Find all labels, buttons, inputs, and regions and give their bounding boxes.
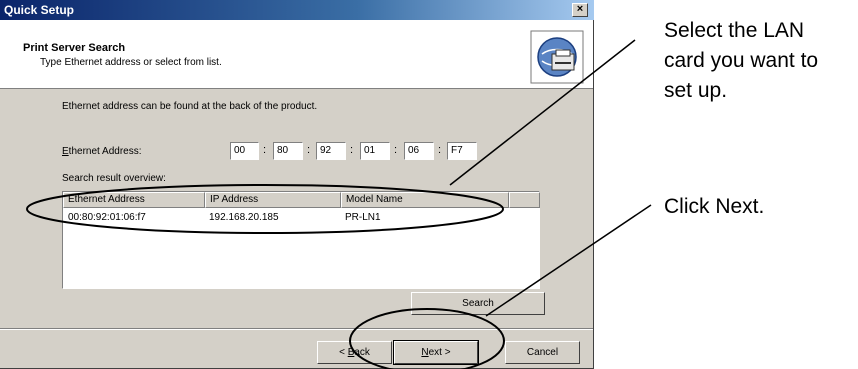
callout-leader-line [485,204,652,317]
callout-line: Select the LAN [664,19,805,42]
highlight-ellipse-next [349,308,505,369]
callout-line: card you want to [664,49,819,72]
callout-click-next: Click Next. [664,195,765,218]
callout-select-lan: Select the LAN card you want to set up. [664,16,818,106]
callout-leader-line [449,39,636,186]
callout-line: set up. [664,79,728,102]
highlight-ellipse-list [26,184,504,234]
